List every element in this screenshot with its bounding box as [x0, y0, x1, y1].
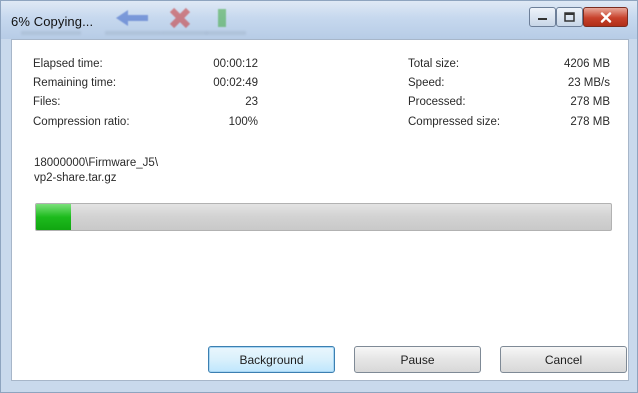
current-file-path: 18000000\Firmware_J5\ vp2-share.tar.gz [34, 156, 158, 186]
title-bar[interactable]: 6% Copying... [1, 1, 637, 39]
current-file-folder: 18000000\Firmware_J5\ [34, 157, 159, 169]
progress-bar [35, 203, 612, 231]
files-value: 23 [245, 96, 258, 108]
window-title: 6% Copying... [11, 14, 94, 29]
remaining-time-value: 00:02:49 [213, 77, 258, 89]
progress-fill [36, 204, 71, 230]
blurred-toolbar-text [206, 31, 246, 35]
minimize-icon [538, 18, 547, 20]
compressed-size-value: 278 MB [570, 116, 610, 128]
blurred-delete-icon [169, 7, 191, 29]
blurred-toolbar-text [161, 31, 207, 35]
cancel-button[interactable]: Cancel [500, 346, 627, 373]
maximize-icon [564, 12, 575, 22]
speed-value: 23 MB/s [567, 77, 610, 89]
processed-value: 278 MB [570, 96, 610, 108]
elapsed-time-label: Elapsed time: [33, 58, 103, 70]
copy-progress-window: 6% Copying... Elapsed time: 00:00:12 Rem… [0, 0, 638, 393]
elapsed-time-value: 00:00:12 [213, 58, 258, 70]
blurred-toolbar-text [21, 31, 81, 35]
total-size-value: 4206 MB [563, 58, 610, 70]
speed-label: Speed: [408, 77, 445, 89]
compression-ratio-label: Compression ratio: [33, 116, 130, 128]
remaining-time-label: Remaining time: [33, 77, 117, 89]
total-size-label: Total size: [408, 58, 460, 70]
close-icon [600, 11, 611, 23]
background-button[interactable]: Background [208, 346, 335, 373]
dialog-content: Elapsed time: 00:00:12 Remaining time: 0… [11, 39, 629, 381]
compressed-size-label: Compressed size: [408, 116, 501, 128]
blurred-arrow-icon [116, 10, 148, 26]
blurred-toolbar-text [105, 31, 161, 35]
blurred-info-icon [218, 9, 226, 27]
close-button[interactable] [583, 7, 628, 27]
pause-button[interactable]: Pause [354, 346, 481, 373]
maximize-button[interactable] [556, 7, 583, 27]
processed-label: Processed: [408, 96, 466, 108]
compression-ratio-value: 100% [228, 116, 258, 128]
minimize-button[interactable] [529, 7, 556, 27]
current-file-name: vp2-share.tar.gz [34, 172, 117, 184]
files-label: Files: [33, 96, 61, 108]
